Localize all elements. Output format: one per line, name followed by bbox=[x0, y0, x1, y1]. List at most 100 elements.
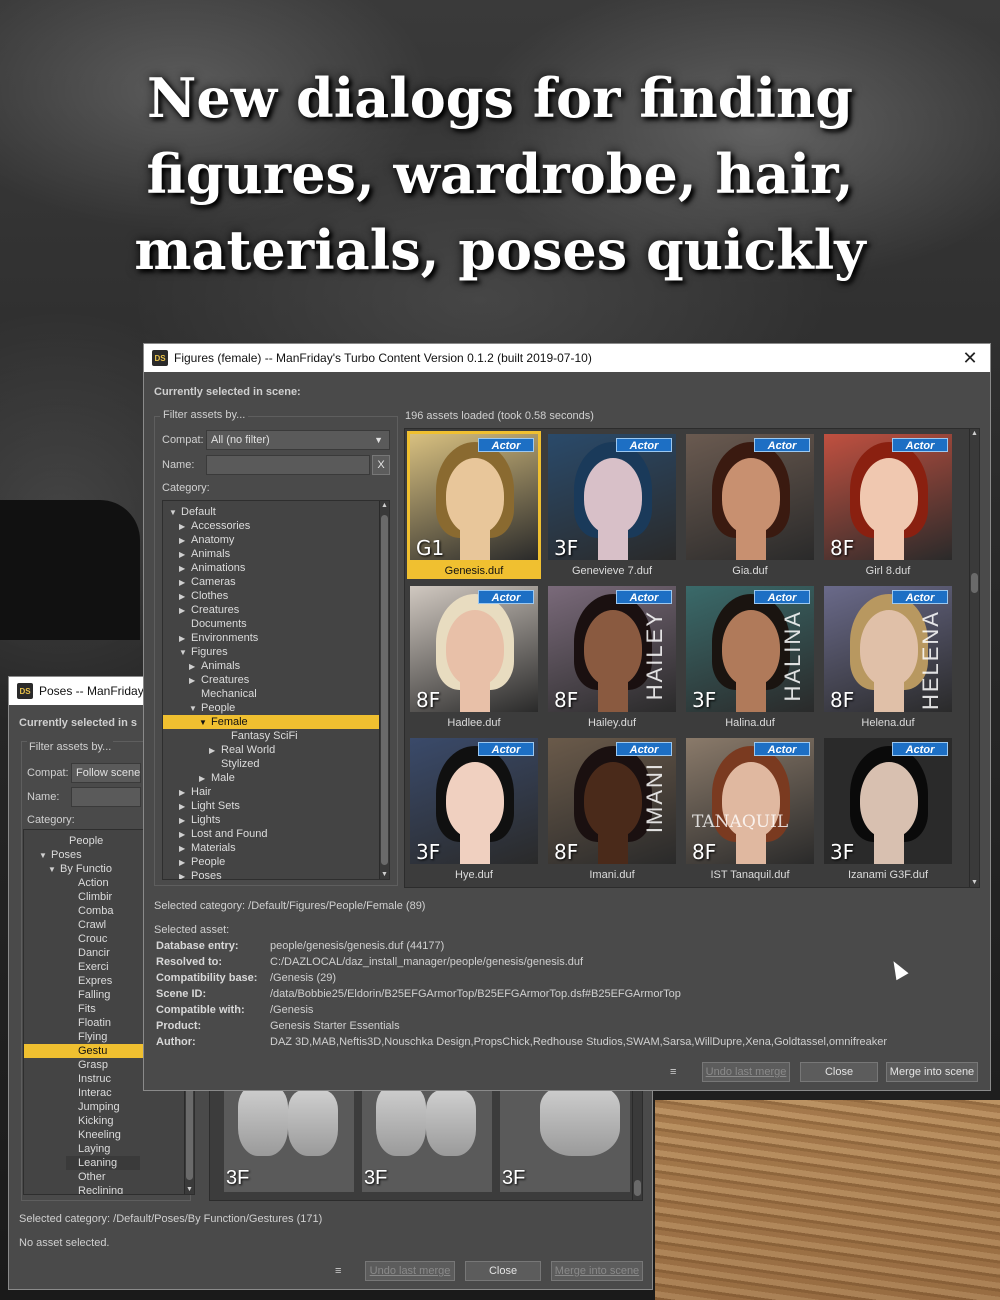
tree-item[interactable]: ▶ Creatures bbox=[179, 603, 239, 617]
tree-item[interactable]: ▶ Creatures bbox=[189, 673, 249, 687]
collapse-arrow-icon[interactable]: ▶ bbox=[179, 562, 191, 576]
collapse-arrow-icon[interactable]: ▶ bbox=[189, 660, 201, 674]
collapse-arrow-icon[interactable]: ▶ bbox=[179, 828, 191, 842]
figures-menu-icon[interactable]: ≡ bbox=[670, 1066, 676, 1078]
tree-item[interactable]: Grasp bbox=[66, 1058, 108, 1072]
tree-item[interactable]: Dancir bbox=[66, 946, 110, 960]
tree-item[interactable]: Fits bbox=[66, 1002, 96, 1016]
figures-close-button[interactable]: Close bbox=[800, 1062, 878, 1082]
tree-item[interactable]: Kicking bbox=[66, 1114, 113, 1128]
tree-item[interactable]: Stylized bbox=[209, 757, 260, 771]
asset-tile[interactable]: HAILEY Actor 8F Hailey.duf bbox=[545, 583, 679, 731]
tree-item[interactable]: ▶ Hair bbox=[179, 785, 211, 799]
tree-item[interactable]: Jumping bbox=[66, 1100, 120, 1114]
collapse-arrow-icon[interactable]: ▶ bbox=[199, 772, 211, 786]
asset-thumbnail[interactable]: HELENA Actor 8F bbox=[824, 586, 952, 712]
figures-grid-scroll-thumb[interactable] bbox=[971, 573, 978, 593]
asset-tile[interactable]: Actor G1 Genesis.duf bbox=[407, 431, 541, 579]
tree-item[interactable]: ▶ Light Sets bbox=[179, 799, 240, 813]
poses-asset-grid[interactable]: 3F 3F 3F bbox=[209, 1085, 643, 1201]
tree-item[interactable]: ▼ Default bbox=[169, 505, 216, 519]
collapse-arrow-icon[interactable]: ▶ bbox=[179, 548, 191, 562]
tree-item[interactable]: Flying bbox=[66, 1030, 107, 1044]
asset-tile[interactable]: Actor 8F Hadlee.duf bbox=[407, 583, 541, 731]
expand-arrow-icon[interactable]: ▼ bbox=[39, 849, 51, 863]
expand-arrow-icon[interactable]: ▼ bbox=[189, 702, 201, 716]
collapse-arrow-icon[interactable]: ▶ bbox=[189, 674, 201, 688]
pose-tile[interactable]: 3F bbox=[500, 1086, 630, 1192]
tree-item[interactable]: Floatin bbox=[66, 1016, 111, 1030]
scroll-down-icon[interactable]: ▼ bbox=[970, 879, 979, 886]
pose-tile[interactable]: 3F bbox=[224, 1086, 354, 1192]
collapse-arrow-icon[interactable]: ▶ bbox=[179, 786, 191, 800]
asset-thumbnail[interactable]: Actor 8F bbox=[410, 586, 538, 712]
expand-arrow-icon[interactable]: ▼ bbox=[179, 646, 191, 660]
expand-arrow-icon[interactable]: ▼ bbox=[169, 506, 181, 520]
asset-thumbnail[interactable]: HALINA Actor 3F bbox=[686, 586, 814, 712]
tree-item[interactable]: Climbir bbox=[66, 890, 112, 904]
tree-item[interactable]: ▶ Cameras bbox=[179, 575, 236, 589]
tree-item[interactable]: ▼ People bbox=[189, 701, 235, 715]
tree-item[interactable]: Comba bbox=[66, 904, 113, 918]
tree-item[interactable]: Kneeling bbox=[66, 1128, 121, 1142]
figures-compat-dropdown[interactable]: All (no filter) ▼ bbox=[206, 430, 390, 450]
asset-thumbnail[interactable]: Actor bbox=[686, 434, 814, 560]
tree-scrollbar[interactable]: ▲▼ bbox=[379, 501, 389, 879]
tree-item[interactable]: Documents bbox=[179, 617, 247, 631]
poses-close-button[interactable]: Close bbox=[465, 1261, 541, 1281]
asset-thumbnail[interactable]: TANAQUIL Actor 8F bbox=[686, 738, 814, 864]
poses-menu-icon[interactable]: ≡ bbox=[335, 1265, 341, 1277]
asset-tile[interactable]: HELENA Actor 8F Helena.duf bbox=[821, 583, 955, 731]
collapse-arrow-icon[interactable]: ▶ bbox=[179, 856, 191, 870]
tree-item[interactable]: ▶ Poses bbox=[179, 869, 222, 879]
tree-item[interactable]: Crawl bbox=[66, 918, 106, 932]
tree-item[interactable]: ▼ Poses bbox=[39, 848, 82, 862]
clear-name-button[interactable]: X bbox=[372, 455, 390, 475]
asset-thumbnail[interactable]: HAILEY Actor 8F bbox=[548, 586, 676, 712]
tree-item[interactable]: ▼ Figures bbox=[179, 645, 228, 659]
collapse-arrow-icon[interactable]: ▶ bbox=[179, 632, 191, 646]
pose-tile[interactable]: 3F bbox=[362, 1086, 492, 1192]
asset-tile[interactable]: IMANI Actor 8F Imani.duf bbox=[545, 735, 679, 883]
poses-undo-button[interactable]: Undo last merge bbox=[365, 1261, 455, 1281]
expand-arrow-icon[interactable]: ▼ bbox=[48, 863, 60, 877]
asset-thumbnail[interactable]: Actor G1 bbox=[410, 434, 538, 560]
asset-tile[interactable]: Actor 3F Hye.duf bbox=[407, 735, 541, 883]
figures-asset-grid[interactable]: Actor G1 Genesis.duf Actor 3F Genevieve 7.duf… bbox=[404, 428, 980, 888]
asset-tile[interactable]: Actor 8F Girl 8.duf bbox=[821, 431, 955, 579]
scroll-down-icon[interactable]: ▼ bbox=[185, 1186, 194, 1193]
tree-item[interactable]: ▶ Lights bbox=[179, 813, 220, 827]
collapse-arrow-icon[interactable]: ▶ bbox=[179, 814, 191, 828]
asset-thumbnail[interactable]: IMANI Actor 8F bbox=[548, 738, 676, 864]
tree-item[interactable]: Instruc bbox=[66, 1072, 111, 1086]
tree-item[interactable]: Leaning bbox=[66, 1156, 140, 1170]
tree-scroll-thumb[interactable] bbox=[381, 515, 388, 865]
tree-item[interactable]: ▶ Lost and Found bbox=[179, 827, 267, 841]
collapse-arrow-icon[interactable]: ▶ bbox=[179, 800, 191, 814]
figures-undo-button[interactable]: Undo last merge bbox=[702, 1062, 790, 1082]
figures-category-tree[interactable]: ▼ Default ▶ Accessories ▶ Anatomy ▶ Animals ▶ Ani… bbox=[162, 500, 390, 880]
poses-merge-button[interactable]: Merge into scene bbox=[551, 1261, 643, 1281]
tree-item[interactable]: Other bbox=[66, 1170, 106, 1184]
figures-grid-scrollbar[interactable]: ▲ ▼ bbox=[969, 429, 979, 887]
asset-tile[interactable]: Actor 3F Izanami G3F.duf bbox=[821, 735, 955, 883]
collapse-arrow-icon[interactable]: ▶ bbox=[209, 744, 221, 758]
tree-item[interactable]: Falling bbox=[66, 988, 110, 1002]
tree-item[interactable]: ▶ Animals bbox=[189, 659, 240, 673]
expand-arrow-icon[interactable]: ▼ bbox=[199, 716, 211, 730]
asset-thumbnail[interactable]: Actor 3F bbox=[548, 434, 676, 560]
asset-tile[interactable]: Actor Gia.duf bbox=[683, 431, 817, 579]
poses-name-input[interactable] bbox=[71, 787, 141, 807]
asset-tile[interactable]: TANAQUIL Actor 8F IST Tanaquil.duf bbox=[683, 735, 817, 883]
tree-item[interactable]: People bbox=[57, 834, 103, 848]
tree-item[interactable]: ▶ Materials bbox=[179, 841, 236, 855]
tree-item[interactable]: Expres bbox=[66, 974, 112, 988]
asset-tile[interactable]: HALINA Actor 3F Halina.duf bbox=[683, 583, 817, 731]
figures-name-input[interactable] bbox=[206, 455, 370, 475]
tree-item[interactable]: ▶ Real World bbox=[209, 743, 275, 757]
tree-item[interactable]: ▶ Anatomy bbox=[179, 533, 234, 547]
close-icon[interactable]: ✕ bbox=[950, 348, 990, 369]
tree-item[interactable]: Interac bbox=[66, 1086, 112, 1100]
scroll-down-icon[interactable]: ▼ bbox=[380, 871, 389, 878]
tree-item[interactable]: Action bbox=[66, 876, 109, 890]
